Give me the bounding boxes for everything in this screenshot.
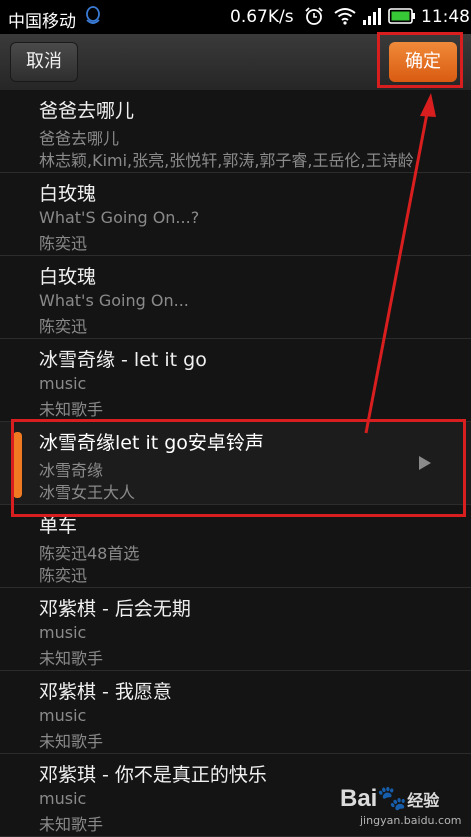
list-item[interactable]: 邓紫棋 - 后会无期 music 未知歌手	[0, 588, 471, 671]
song-artist: 陈奕迅	[39, 317, 88, 336]
battery-icon	[388, 8, 415, 24]
song-artist: 林志颖,Kimi,张亮,张悦轩,郭涛,郭子睿,王岳伦,王诗龄	[39, 151, 414, 170]
song-title: 爸爸去哪儿	[39, 100, 135, 122]
watermark-site: jingyan.baidu.com	[360, 814, 462, 827]
song-album: music	[39, 706, 87, 725]
song-title: 白玫瑰	[39, 183, 97, 205]
song-album: music	[39, 789, 87, 808]
network-speed: 0.67K/s	[230, 7, 294, 27]
list-item[interactable]: 白玫瑰 What's Going On... 陈奕迅	[0, 256, 471, 339]
song-title: 邓紫琪 - 你不是真正的快乐	[39, 764, 267, 786]
song-title: 邓紫棋 - 后会无期	[39, 598, 191, 620]
baidu-watermark: Bai🐾经验 jingyan.baidu.com	[340, 784, 470, 834]
song-album: 爸爸去哪儿	[39, 129, 120, 148]
song-title: 邓紫棋 - 我愿意	[39, 681, 172, 703]
song-album: music	[39, 374, 87, 393]
cancel-button[interactable]: 取消	[10, 42, 78, 82]
paw-icon: 🐾	[377, 785, 408, 812]
song-album: 陈奕迅48首选	[39, 544, 140, 563]
baidu-logo: Bai🐾经验	[340, 785, 440, 812]
confirm-annotation-box	[377, 32, 463, 88]
song-artist: 未知歌手	[39, 649, 104, 668]
clock: 11:48	[421, 7, 470, 27]
selected-row-annotation-box	[11, 419, 466, 517]
song-artist: 未知歌手	[39, 400, 104, 419]
signal-icon	[363, 8, 381, 25]
qq-icon	[86, 6, 100, 24]
song-album: What's Going On...	[39, 291, 189, 310]
song-title: 冰雪奇缘 - let it go	[39, 349, 207, 371]
alarm-icon	[305, 7, 323, 25]
wifi-icon	[334, 8, 356, 25]
list-item[interactable]: 爸爸去哪儿 爸爸去哪儿 林志颖,Kimi,张亮,张悦轩,郭涛,郭子睿,王岳伦,王…	[0, 90, 471, 173]
list-item[interactable]: 邓紫棋 - 我愿意 music 未知歌手	[0, 671, 471, 754]
song-album: music	[39, 623, 87, 642]
list-item[interactable]: 白玫瑰 What'S Going On...? 陈奕迅	[0, 173, 471, 256]
list-item[interactable]: 冰雪奇缘 - let it go music 未知歌手	[0, 339, 471, 422]
status-bar: 中国移动 0.67K/s 11:48	[0, 0, 471, 34]
song-title: 白玫瑰	[39, 266, 97, 288]
song-artist: 未知歌手	[39, 732, 104, 751]
song-artist: 陈奕迅	[39, 234, 88, 253]
carrier-name: 中国移动	[8, 12, 76, 32]
song-artist: 陈奕迅	[39, 566, 88, 585]
song-album: What'S Going On...?	[39, 208, 200, 227]
list-item[interactable]: 单车 陈奕迅48首选 陈奕迅	[0, 505, 471, 588]
